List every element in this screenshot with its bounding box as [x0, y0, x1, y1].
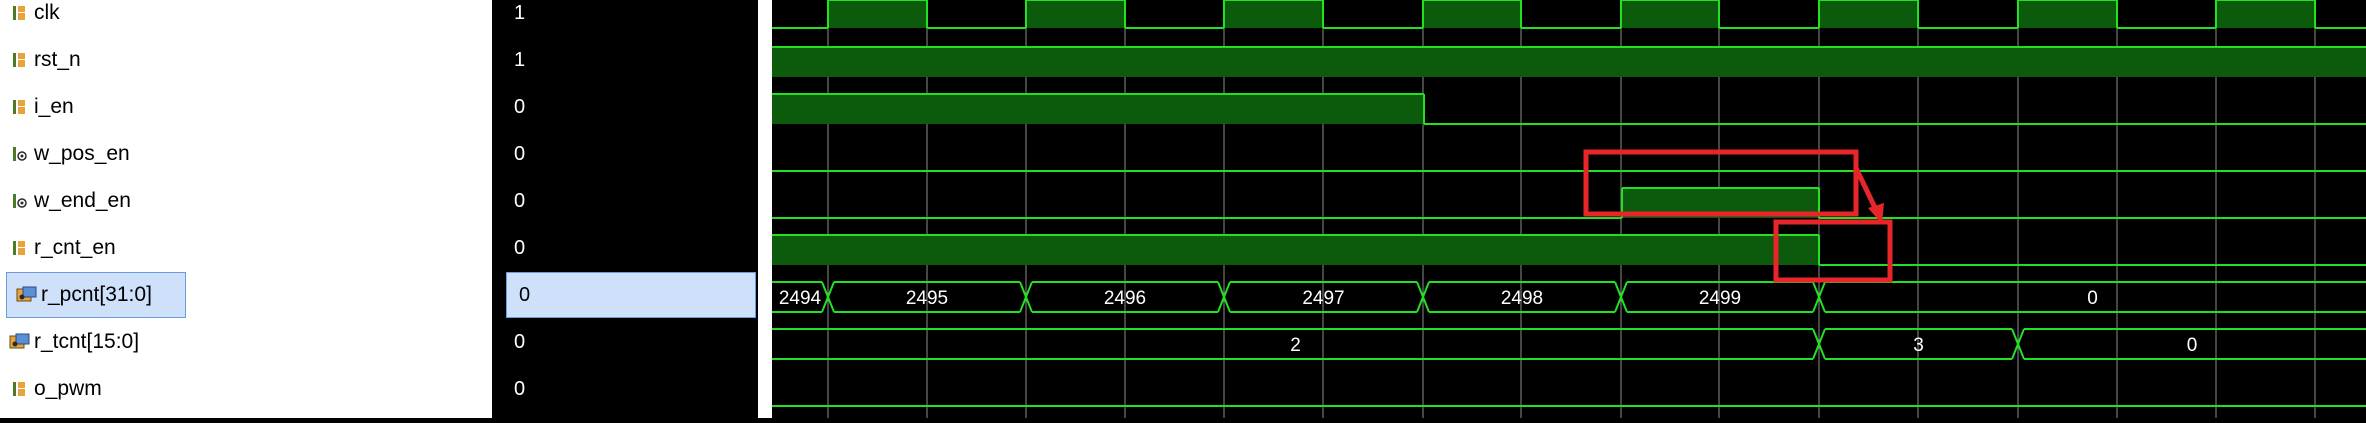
- signal-name-row[interactable]: r_pcnt[31:0]: [6, 272, 186, 318]
- signal-value-row[interactable]: 1: [502, 0, 758, 36]
- signal-value-row[interactable]: 0: [506, 272, 756, 318]
- signal-name-label: r_cnt_en: [34, 236, 116, 259]
- panel-divider[interactable]: [758, 0, 772, 418]
- wave-high-fill: [1423, 0, 1521, 28]
- wave-high-fill: [772, 94, 1424, 124]
- waveform-canvas[interactable]: 2494 2495 2496 2497 2498 2499 0 2 3 0: [772, 0, 2366, 418]
- bit-signal-icon: [8, 236, 32, 260]
- signal-names-panel: clk rst_n i_en w_pos_en w_end_en r_cnt_en r_pc…: [0, 0, 492, 418]
- bus-value-label: 2496: [1104, 288, 1146, 309]
- signal-value: 0: [514, 330, 526, 353]
- signal-value: 0: [514, 236, 526, 259]
- signal-name-label: rst_n: [34, 48, 81, 71]
- signal-value: 0: [514, 95, 526, 118]
- signal-name-label: w_end_en: [34, 189, 131, 212]
- wire-signal-icon: [8, 189, 32, 213]
- signal-name-label: w_pos_en: [34, 142, 130, 165]
- wave-high-fill: [1224, 0, 1323, 28]
- bus-value-label: 2498: [1501, 288, 1543, 309]
- waveform-panel[interactable]: 2494 2495 2496 2497 2498 2499 0 2 3 0: [772, 0, 2366, 418]
- signal-value-row[interactable]: 1: [502, 37, 758, 83]
- wave-high-fill: [828, 0, 927, 28]
- signal-value: 0: [514, 377, 526, 400]
- bit-signal-icon: [8, 1, 32, 25]
- signal-value: 0: [519, 283, 531, 306]
- signal-value: 1: [514, 1, 526, 24]
- wave-high-fill: [772, 47, 2366, 77]
- signal-value-row[interactable]: 0: [502, 366, 758, 412]
- signal-name-row[interactable]: rst_n: [0, 37, 492, 83]
- signal-values-panel: 1 1 0 0 0 0 0 0 0: [502, 0, 758, 418]
- signal-name-row[interactable]: r_cnt_en: [0, 225, 492, 271]
- wave-high-fill: [1819, 0, 1918, 28]
- signal-name-row[interactable]: i_en: [0, 84, 492, 130]
- signal-value-row[interactable]: 0: [502, 178, 758, 224]
- wave-high-fill: [1621, 0, 1719, 28]
- signal-value: 1: [514, 48, 526, 71]
- signal-name-label: r_tcnt[15:0]: [34, 330, 140, 353]
- bit-signal-icon: [8, 377, 32, 401]
- bus-signal-icon: [15, 283, 39, 307]
- wave-high-fill: [1026, 0, 1125, 28]
- signal-value-row[interactable]: 0: [502, 84, 758, 130]
- signal-name-label: i_en: [34, 95, 74, 118]
- signal-value-row[interactable]: 0: [502, 225, 758, 271]
- signal-value-row[interactable]: 0: [502, 131, 758, 177]
- signal-name-label: o_pwm: [34, 377, 102, 400]
- bus-value-label: 2497: [1302, 288, 1344, 309]
- wire-signal-icon: [8, 142, 32, 166]
- signal-value-row[interactable]: 0: [502, 319, 758, 365]
- bus-value-label: 0: [2087, 288, 2098, 309]
- signal-name-label: clk: [34, 1, 60, 24]
- signal-name-row[interactable]: r_tcnt[15:0]: [0, 319, 492, 365]
- bit-signal-icon: [8, 48, 32, 72]
- bit-signal-icon: [8, 95, 32, 119]
- signal-value: 0: [514, 142, 526, 165]
- signal-name-row[interactable]: w_pos_en: [0, 131, 492, 177]
- wave-high-fill: [2216, 0, 2315, 28]
- bus-value-label: 2: [1290, 335, 1301, 356]
- wave-high-fill: [2018, 0, 2117, 28]
- bus-value-label: 3: [1913, 335, 1924, 356]
- panel-divider[interactable]: [492, 0, 502, 418]
- signal-value: 0: [514, 189, 526, 212]
- bus-signal-icon: [8, 330, 32, 354]
- bus-value-label: 2499: [1699, 288, 1741, 309]
- signal-name-row[interactable]: clk: [0, 0, 492, 36]
- bus-value-label: 2495: [906, 288, 948, 309]
- bus-value-label: 2494: [779, 288, 822, 309]
- bus-value-label: 0: [2187, 335, 2198, 356]
- signal-name-row[interactable]: o_pwm: [0, 366, 492, 412]
- signal-name-row[interactable]: w_end_en: [0, 178, 492, 224]
- wave-high-fill: [772, 235, 1819, 265]
- signal-name-label: r_pcnt[31:0]: [41, 283, 152, 306]
